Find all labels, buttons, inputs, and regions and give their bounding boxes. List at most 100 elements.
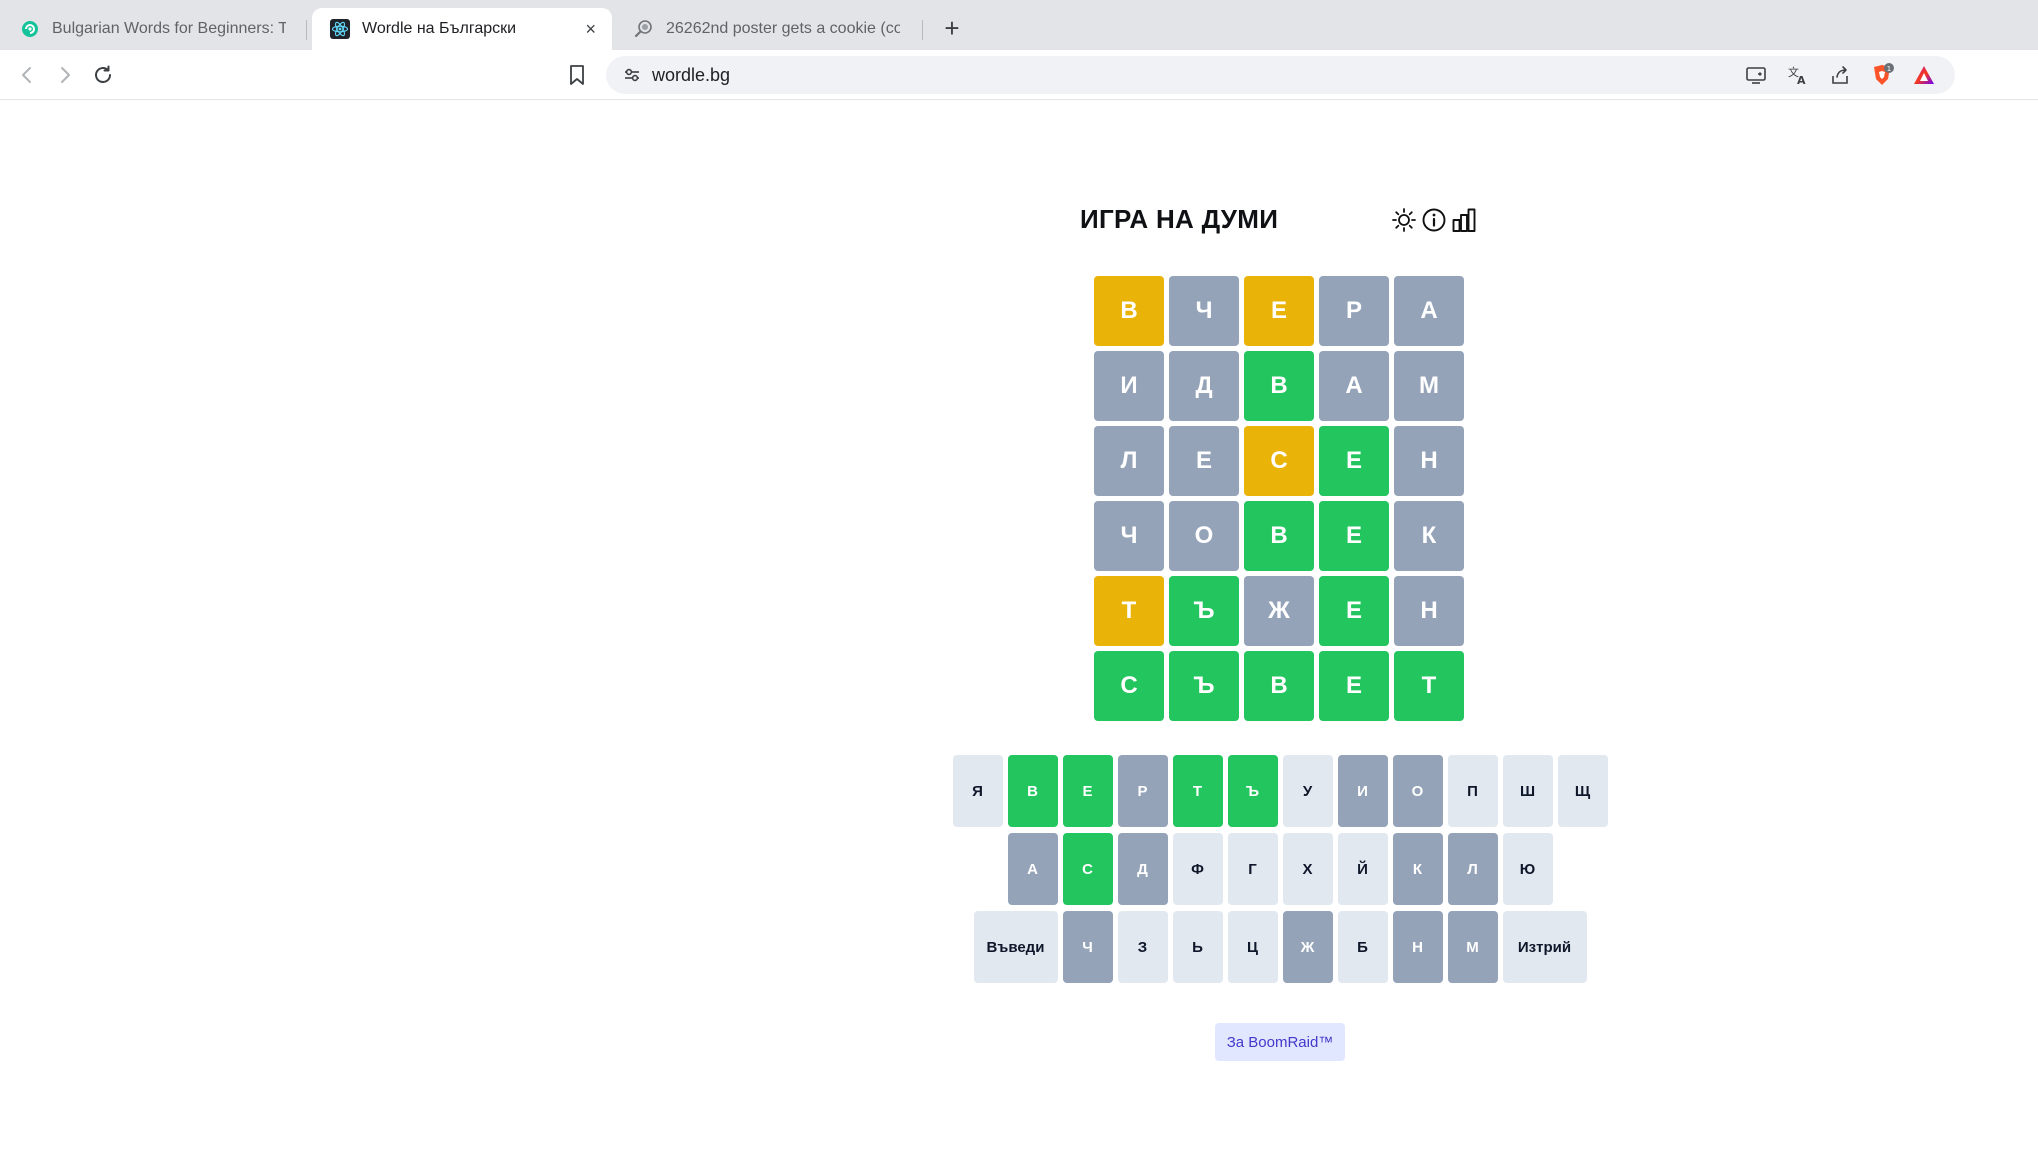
board-tile: С xyxy=(1244,426,1314,496)
share-icon[interactable] xyxy=(1828,63,1852,87)
keyboard-key[interactable]: М xyxy=(1447,911,1498,983)
tab-title: 26262nd poster gets a cookie (cookie xyxy=(666,20,900,37)
delete-key[interactable]: Изтрий xyxy=(1502,911,1587,983)
board-tile: И xyxy=(1094,351,1164,421)
new-tab-button[interactable]: + xyxy=(936,12,968,44)
on-screen-keyboard: Я В Е Р Т Ъ У И О П Ш Щ А С Д Ф Г Х Й К Л Ю Въведи Ч З Ь Ц Ж Б Н М Изтр… xyxy=(950,755,1610,989)
keyboard-key[interactable]: Ф xyxy=(1172,833,1223,905)
tab-wordle[interactable]: Wordle на Български × xyxy=(312,8,612,50)
close-tab-icon[interactable]: × xyxy=(585,19,596,40)
keyboard-key[interactable]: Ш xyxy=(1502,755,1553,827)
translate-icon[interactable]: 文A xyxy=(1786,63,1810,87)
keyboard-key[interactable]: К xyxy=(1392,833,1443,905)
board-tile: Н xyxy=(1394,426,1464,496)
board-tile: В xyxy=(1244,651,1314,721)
keyboard-key[interactable]: В xyxy=(1007,755,1058,827)
board-tile: А xyxy=(1319,351,1389,421)
keyboard-key[interactable]: Б xyxy=(1337,911,1388,983)
board-tile: К xyxy=(1394,501,1464,571)
url-text[interactable]: wordle.bg xyxy=(652,65,730,86)
keyboard-key[interactable]: Е xyxy=(1062,755,1113,827)
enter-key[interactable]: Въведи xyxy=(973,911,1058,983)
tab-strip: Bulgarian Words for Beginners: Taking Wo… xyxy=(0,0,2038,50)
board-tile: Д xyxy=(1169,351,1239,421)
board-tile: О xyxy=(1169,501,1239,571)
board-tile: Е xyxy=(1319,576,1389,646)
board-tile: Ж xyxy=(1244,576,1314,646)
info-icon[interactable] xyxy=(1420,206,1448,234)
board-tile: Т xyxy=(1094,576,1164,646)
tab-separator xyxy=(306,20,307,40)
board-tile: Е xyxy=(1169,426,1239,496)
search-globe-icon xyxy=(634,19,654,39)
keyboard-row: ЯВЕРТЪУИОПШЩ xyxy=(950,755,1610,827)
board-tile: Ч xyxy=(1169,276,1239,346)
tab-title: Bulgarian Words for Beginners: Taking xyxy=(52,20,286,37)
keyboard-key[interactable]: Ц xyxy=(1227,911,1278,983)
brave-rewards-icon[interactable] xyxy=(1912,63,1936,87)
keyboard-row: АСДФГХЙКЛЮ xyxy=(950,833,1610,905)
keyboard-key[interactable]: У xyxy=(1282,755,1333,827)
react-atom-icon xyxy=(330,19,350,39)
keyboard-key[interactable]: П xyxy=(1447,755,1498,827)
keyboard-key[interactable]: Л xyxy=(1447,833,1498,905)
site-settings-icon[interactable] xyxy=(622,65,642,85)
board-tile: А xyxy=(1394,276,1464,346)
cast-icon[interactable] xyxy=(1744,63,1768,87)
board-tile: В xyxy=(1244,501,1314,571)
keyboard-key[interactable]: С xyxy=(1062,833,1113,905)
keyboard-key[interactable]: Х xyxy=(1282,833,1333,905)
address-bar[interactable]: wordle.bg 文A 1 xyxy=(606,56,1955,94)
tab-title: Wordle на Български xyxy=(362,20,517,37)
stats-icon[interactable] xyxy=(1450,206,1478,234)
game-board: ВЧЕРАИДВАМЛЕСЕНЧОВЕКТЪЖЕНСЪВЕТ xyxy=(1094,276,1464,721)
tab-cookie-poster[interactable]: 26262nd poster gets a cookie (cookie xyxy=(616,8,916,50)
keyboard-key[interactable]: Г xyxy=(1227,833,1278,905)
brave-shields-icon[interactable]: 1 xyxy=(1870,63,1894,87)
board-tile: Е xyxy=(1319,426,1389,496)
shields-badge-count: 1 xyxy=(1887,65,1891,73)
board-tile: Е xyxy=(1244,276,1314,346)
bookmark-icon[interactable] xyxy=(562,60,592,90)
browser-toolbar: wordle.bg 文A 1 xyxy=(0,50,2038,100)
keyboard-key[interactable]: Ь xyxy=(1172,911,1223,983)
keyboard-key[interactable]: Д xyxy=(1117,833,1168,905)
tab-separator xyxy=(922,20,923,40)
reload-icon[interactable] xyxy=(88,60,118,90)
svg-text:A: A xyxy=(1797,74,1806,86)
keyboard-key[interactable]: Ж xyxy=(1282,911,1333,983)
keyboard-key[interactable]: Т xyxy=(1172,755,1223,827)
keyboard-key[interactable]: Н xyxy=(1392,911,1443,983)
tab-bulgarian-words[interactable]: Bulgarian Words for Beginners: Taking xyxy=(2,8,302,50)
board-tile: Ч xyxy=(1094,501,1164,571)
keyboard-key[interactable]: Ъ xyxy=(1227,755,1278,827)
board-tile: Ъ xyxy=(1169,576,1239,646)
board-tile: М xyxy=(1394,351,1464,421)
board-tile: Т xyxy=(1394,651,1464,721)
keyboard-key[interactable]: Р xyxy=(1117,755,1168,827)
keyboard-key[interactable]: Щ xyxy=(1557,755,1608,827)
board-tile: В xyxy=(1094,276,1164,346)
keyboard-key[interactable]: Й xyxy=(1337,833,1388,905)
forward-icon[interactable] xyxy=(50,60,80,90)
about-boomraid-button[interactable]: За BoomRaid™ xyxy=(1215,1023,1345,1061)
keyboard-key[interactable]: Ю xyxy=(1502,833,1553,905)
back-icon[interactable] xyxy=(12,60,42,90)
board-tile: Е xyxy=(1319,501,1389,571)
board-tile: Ъ xyxy=(1169,651,1239,721)
board-tile: В xyxy=(1244,351,1314,421)
keyboard-key[interactable]: З xyxy=(1117,911,1168,983)
keyboard-key[interactable]: Я xyxy=(952,755,1003,827)
board-tile: С xyxy=(1094,651,1164,721)
keyboard-row: Въведи Ч З Ь Ц Ж Б Н М Изтрий xyxy=(950,911,1610,983)
sun-icon[interactable] xyxy=(1390,206,1418,234)
board-tile: Е xyxy=(1319,651,1389,721)
keyboard-key[interactable]: Ч xyxy=(1062,911,1113,983)
keyboard-key[interactable]: О xyxy=(1392,755,1443,827)
keyboard-key[interactable]: И xyxy=(1337,755,1388,827)
grammar-assistant-icon xyxy=(20,19,40,39)
keyboard-key[interactable]: А xyxy=(1007,833,1058,905)
board-tile: Н xyxy=(1394,576,1464,646)
board-tile: Л xyxy=(1094,426,1164,496)
page-title: ИГРА НА ДУМИ xyxy=(1080,204,1279,234)
